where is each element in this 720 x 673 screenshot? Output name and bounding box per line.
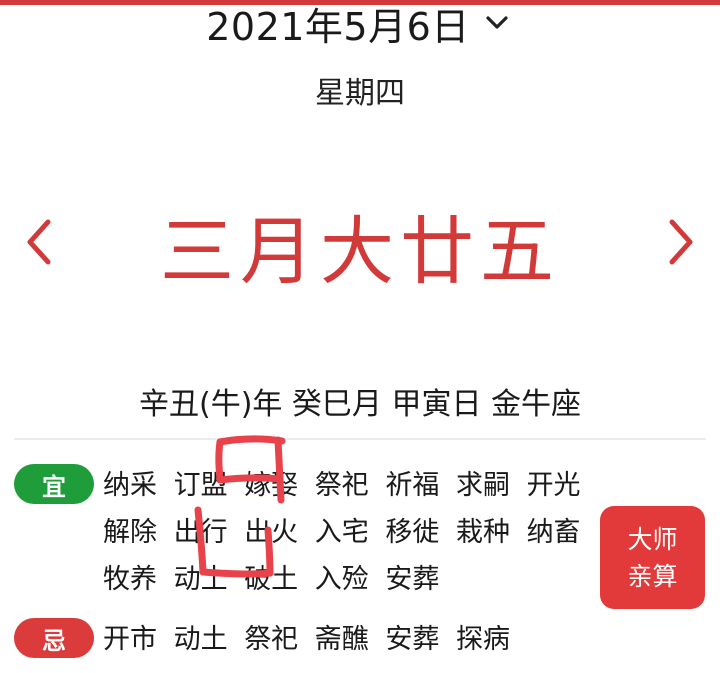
ji-item: 探病 xyxy=(455,624,510,655)
ji-item: 斋醮 xyxy=(314,624,369,655)
master-consult-button[interactable]: 大师 亲算 xyxy=(600,506,705,609)
master-button-line2: 亲算 xyxy=(627,561,678,591)
ji-item: 开市 xyxy=(103,624,157,655)
ganzhi-line: 辛丑(牛)年 癸巳月 甲寅日 金牛座 xyxy=(138,387,582,422)
yi-item: 祭祀 xyxy=(314,470,369,501)
yi-item: 出行 xyxy=(173,517,228,548)
yi-item: 纳畜 xyxy=(526,517,581,548)
yi-item: 安葬 xyxy=(385,564,440,595)
yi-item: 嫁娶 xyxy=(244,470,299,501)
yi-item: 订盟 xyxy=(173,470,228,501)
ji-item: 动土 xyxy=(173,624,228,655)
yi-item: 解除 xyxy=(103,517,157,548)
gregorian-date[interactable]: 2021年5月6日 xyxy=(206,0,470,51)
yi-item: 入殓 xyxy=(314,564,369,595)
ji-badge: 忌 xyxy=(14,618,94,658)
chevron-right-icon[interactable] xyxy=(662,214,702,270)
yi-item: 祈福 xyxy=(385,470,440,501)
yi-item: 入宅 xyxy=(314,517,369,548)
ji-list: 开市 动土 祭祀 斋醮 安葬 探病 xyxy=(103,616,663,663)
ji-item: 安葬 xyxy=(385,624,440,655)
weekday-label: 星期四 xyxy=(315,76,405,111)
yi-list: 纳采 订盟 嫁娶 祭祀 祈福 求嗣 开光 解除 出行 出火 入宅 移徙 栽种 纳… xyxy=(103,462,603,603)
yi-item: 栽种 xyxy=(455,517,510,548)
lunar-date: 三月大廿五 xyxy=(160,209,560,295)
divider xyxy=(14,438,706,440)
yi-badge: 宜 xyxy=(14,464,94,504)
yi-item: 移徙 xyxy=(385,517,440,548)
ji-item: 祭祀 xyxy=(244,624,299,655)
master-button-line1: 大师 xyxy=(627,524,678,554)
chevron-down-icon[interactable] xyxy=(480,6,514,40)
yi-item: 动土 xyxy=(173,564,228,595)
yi-item: 纳采 xyxy=(103,470,157,501)
yi-item: 出火 xyxy=(244,517,299,548)
date-selector[interactable]: 2021年5月6日 xyxy=(0,0,720,49)
yi-item: 破土 xyxy=(244,564,299,595)
yi-item: 求嗣 xyxy=(455,470,510,501)
yi-item: 牧养 xyxy=(103,564,157,595)
yi-item: 开光 xyxy=(526,470,581,501)
